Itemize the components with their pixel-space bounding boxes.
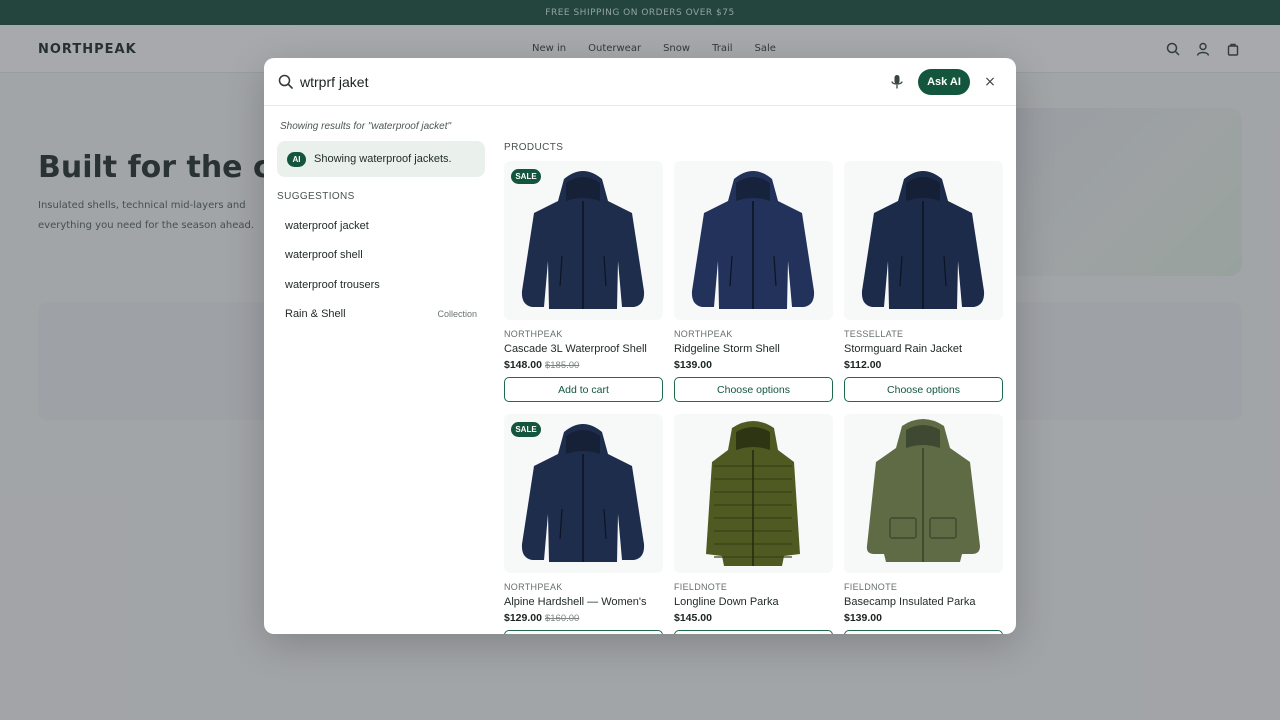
suggestion-label: Rain & Shell — [285, 308, 346, 321]
search-bar: Ask AI × — [264, 58, 1016, 106]
product-brand: NORTHPEAK — [504, 329, 563, 339]
product-card[interactable]: FIELDNOTE Basecamp Insulated Parka $139.00… — [844, 414, 1003, 634]
search-input[interactable] — [300, 70, 860, 94]
product-name[interactable]: Ridgeline Storm Shell — [674, 343, 833, 355]
suggestion-label: waterproof trousers — [285, 278, 380, 291]
add-to-cart-button[interactable]: Add to cart — [504, 377, 663, 402]
product-old-price: $160.00 — [544, 613, 580, 624]
product-price: $129.00 — [504, 612, 542, 624]
product-price: $139.00 — [674, 359, 712, 371]
product-grid: SALE NORTHPEAK Cascade 3L Waterproof Shell… — [504, 161, 1004, 634]
product-image[interactable]: SALE — [504, 414, 663, 573]
product-image[interactable] — [674, 414, 833, 573]
corrected-query-notice: Showing results for "waterproof jacket" — [280, 121, 452, 132]
product-brand: FIELDNOTE — [674, 582, 728, 592]
product-price-row: $139.00 — [844, 612, 1003, 624]
product-image[interactable] — [844, 414, 1003, 573]
product-brand: NORTHPEAK — [504, 582, 563, 592]
product-name[interactable]: Stormguard Rain Jacket — [844, 343, 1003, 355]
suggestions-list: waterproof jacket waterproof shell water… — [277, 211, 485, 329]
product-image[interactable]: SALE — [504, 161, 663, 320]
suggestion-item[interactable]: Rain & Shell Collection — [277, 300, 485, 330]
product-price: $145.00 — [674, 612, 712, 624]
close-icon[interactable]: × — [983, 75, 997, 89]
product-name[interactable]: Basecamp Insulated Parka — [844, 596, 1003, 608]
ai-message: Showing waterproof jackets. — [314, 153, 452, 165]
product-price-row: $145.00 — [674, 612, 833, 624]
microphone-icon[interactable] — [890, 74, 904, 90]
product-card[interactable]: SALE NORTHPEAK Cascade 3L Waterproof Shell… — [504, 161, 663, 403]
product-image[interactable] — [674, 161, 833, 320]
suggestion-item[interactable]: waterproof jacket — [277, 211, 485, 241]
sale-badge: SALE — [511, 422, 541, 437]
product-card[interactable]: NORTHPEAK Ridgeline Storm Shell $139.00 Cho… — [674, 161, 833, 403]
suggestion-label: waterproof shell — [285, 249, 363, 262]
search-icon — [278, 74, 293, 89]
suggestion-label: waterproof jacket — [285, 219, 369, 232]
choose-options-button[interactable]: Choose options — [844, 630, 1003, 634]
ask-ai-button[interactable]: Ask AI — [918, 69, 970, 95]
suggestions-heading: SUGGESTIONS — [277, 191, 355, 202]
choose-options-button[interactable]: Choose options — [674, 377, 833, 402]
product-name[interactable]: Cascade 3L Waterproof Shell — [504, 343, 663, 355]
product-card[interactable]: FIELDNOTE Longline Down Parka $145.00 Choos… — [674, 414, 833, 634]
product-name[interactable]: Longline Down Parka — [674, 596, 833, 608]
product-price-row: $112.00 — [844, 359, 1003, 371]
product-price-row: $129.00 $160.00 — [504, 612, 663, 624]
ai-badge: AI — [287, 151, 306, 167]
product-price: $148.00 — [504, 359, 542, 371]
product-brand: FIELDNOTE — [844, 582, 898, 592]
suggestion-item[interactable]: waterproof shell — [277, 241, 485, 271]
choose-options-button[interactable]: Choose options — [674, 630, 833, 634]
product-price: $139.00 — [844, 612, 882, 624]
product-card[interactable]: TESSELLATE Stormguard Rain Jacket $112.00 C… — [844, 161, 1003, 403]
product-price: $112.00 — [844, 359, 882, 371]
product-price-row: $148.00 $185.00 — [504, 359, 663, 371]
suggestion-item[interactable]: waterproof trousers — [277, 270, 485, 300]
products-heading: PRODUCTS — [504, 142, 564, 153]
product-old-price: $185.00 — [544, 360, 580, 371]
product-name[interactable]: Alpine Hardshell — Women's — [504, 596, 663, 608]
search-modal: Ask AI × Showing results for "waterproof… — [264, 58, 1016, 634]
product-brand: TESSELLATE — [844, 329, 904, 339]
product-brand: NORTHPEAK — [674, 329, 733, 339]
add-to-cart-button[interactable]: Add to cart — [504, 630, 663, 634]
product-card[interactable]: SALE NORTHPEAK Alpine Hardshell — Women's $… — [504, 414, 663, 634]
suggestion-tag: Collection — [437, 309, 477, 320]
product-image[interactable] — [844, 161, 1003, 320]
ai-summary: AI Showing waterproof jackets. — [277, 141, 485, 177]
sale-badge: SALE — [511, 169, 541, 184]
choose-options-button[interactable]: Choose options — [844, 377, 1003, 402]
product-price-row: $139.00 — [674, 359, 833, 371]
